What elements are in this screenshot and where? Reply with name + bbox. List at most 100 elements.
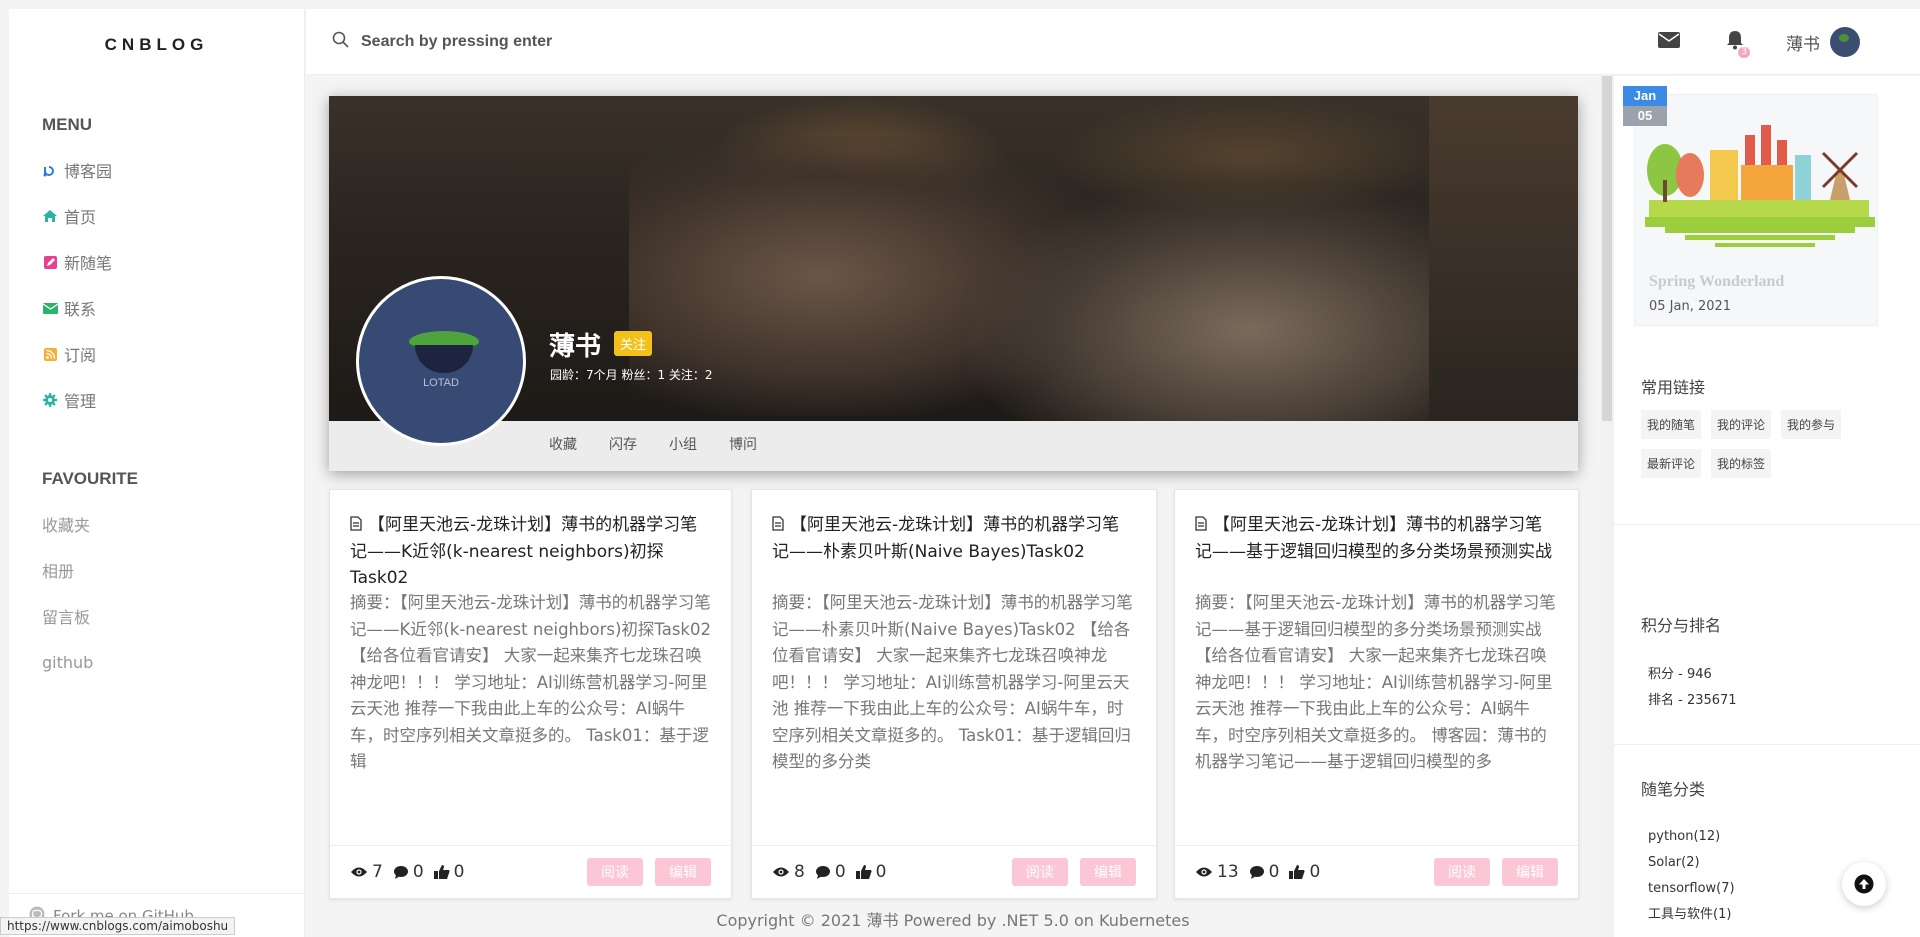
search-input[interactable] [361, 32, 761, 51]
thumbs-up-icon [433, 865, 450, 879]
category-item[interactable]: Solar(2) [1648, 850, 1735, 876]
tab-groups[interactable]: 小组 [669, 434, 697, 454]
edit-button[interactable]: 编辑 [655, 858, 711, 886]
calendar-card[interactable]: Jan 05 Spring Wonderland 05 Jan, 2021 [1623, 86, 1878, 326]
document-icon [772, 513, 784, 539]
post-summary: 摘要：【阿里天池云-龙珠计划】薄书的机器学习笔记——朴素贝叶斯(Naive Ba… [772, 593, 1133, 771]
main-scrollbar[interactable] [1600, 76, 1614, 937]
comment-count: 0 [1249, 862, 1279, 882]
tab-favorites[interactable]: 收藏 [549, 434, 577, 454]
category-list: python(12) Solar(2) tensorflow(7) 工具与软件(… [1648, 824, 1735, 928]
link-my-comments[interactable]: 我的评论 [1711, 410, 1772, 439]
read-button[interactable]: 阅读 [1434, 858, 1490, 886]
edit-icon [42, 254, 58, 270]
eye-icon [1196, 867, 1212, 877]
rank-title: 积分与排名 [1641, 616, 1722, 635]
category-item[interactable]: 工具与软件(1) [1648, 902, 1735, 928]
scrollbar-thumb[interactable] [1602, 76, 1612, 421]
post-title-link[interactable]: 【阿里天池云-龙珠计划】薄书的机器学习笔记——朴素贝叶斯(Naive Bayes… [772, 515, 1119, 562]
follow-button[interactable]: 关注 [614, 331, 653, 356]
fav-item-collection[interactable]: 收藏夹 [9, 501, 304, 547]
search-bar [332, 31, 932, 52]
scroll-to-top-button[interactable] [1842, 862, 1886, 906]
comment-count: 0 [815, 862, 846, 882]
eye-icon [773, 867, 789, 877]
sidebar-item-label: 博客园 [64, 162, 113, 181]
eye-icon [351, 867, 367, 877]
rank-score: 积分 - 946 [1648, 667, 1712, 682]
link-my-posts[interactable]: 我的随笔 [1641, 410, 1702, 439]
calendar-title[interactable]: Spring Wonderland [1649, 273, 1784, 291]
like-count: 0 [855, 862, 886, 882]
profile-stats: 园龄：7个月 粉丝：1 关注：2 [550, 368, 713, 382]
header-actions: 3 薄书 [1612, 9, 1860, 75]
document-icon [350, 513, 362, 539]
document-icon [1195, 513, 1207, 539]
left-sidebar: CNBLOG MENU 博客园 首页 新随笔 联系 订阅 管理 FAVOURIT… [9, 9, 305, 937]
fav-item-guestbook[interactable]: 留言板 [9, 593, 304, 639]
post-footer: 13 0 0 阅读 编辑 [1175, 845, 1578, 898]
post-summary: 摘要：【阿里天池云-龙珠计划】薄书的机器学习笔记——基于逻辑回归模型的多分类场景… [1195, 593, 1556, 771]
header-username[interactable]: 薄书 [1786, 30, 1820, 55]
blog-icon [42, 162, 58, 178]
category-item[interactable]: tensorflow(7) [1648, 876, 1735, 902]
thumbs-up-icon [855, 865, 872, 879]
post-title-link[interactable]: 【阿里天池云-龙珠计划】薄书的机器学习笔记——K近邻(k-nearest nei… [350, 515, 697, 588]
post-footer: 8 0 0 阅读 编辑 [752, 845, 1156, 898]
edit-button[interactable]: 编辑 [1080, 858, 1136, 886]
mail-icon[interactable] [1658, 32, 1680, 52]
sidebar-item-admin[interactable]: 管理 [9, 377, 304, 423]
calendar-date: 05 Jan, 2021 [1649, 299, 1732, 314]
tab-questions[interactable]: 博问 [729, 434, 757, 454]
link-latest-comments[interactable]: 最新评论 [1641, 449, 1702, 478]
post-title-link[interactable]: 【阿里天池云-龙珠计划】薄书的机器学习笔记——基于逻辑回归模型的多分类场景预测实… [1195, 515, 1552, 562]
notification-badge: 3 [1738, 47, 1750, 58]
post-title[interactable]: 【阿里天池云-龙珠计划】薄书的机器学习笔记——朴素贝叶斯(Naive Bayes… [752, 490, 1156, 590]
divider [1614, 744, 1920, 745]
links-chips: 我的随笔 我的评论 我的参与 最新评论 我的标签 [1641, 410, 1901, 488]
links-title: 常用链接 [1641, 378, 1706, 397]
link-my-participation[interactable]: 我的参与 [1781, 410, 1842, 439]
view-count: 7 [350, 862, 383, 882]
search-icon [332, 31, 349, 52]
rank-position: 排名 - 235671 [1648, 693, 1737, 708]
fav-item-album[interactable]: 相册 [9, 547, 304, 593]
tab-flash[interactable]: 闪存 [609, 434, 637, 454]
calendar-illustration [1645, 125, 1875, 247]
sidebar-item-blog[interactable]: 博客园 [9, 147, 304, 193]
sidebar-item-label: 首页 [64, 208, 97, 227]
sidebar-item-new-post[interactable]: 新随笔 [9, 239, 304, 285]
favourite-title: FAVOURITE [42, 469, 139, 488]
top-header: 3 薄书 [306, 9, 1920, 75]
bell-icon[interactable]: 3 [1726, 30, 1750, 58]
gear-icon [42, 392, 58, 408]
copyright: Copyright © 2021 薄书 Powered by .NET 5.0 … [716, 911, 1190, 930]
post-title[interactable]: 【阿里天池云-龙珠计划】薄书的机器学习笔记——基于逻辑回归模型的多分类场景预测实… [1175, 490, 1578, 590]
sidebar-item-home[interactable]: 首页 [9, 193, 304, 239]
profile-avatar[interactable]: LOTAD [356, 276, 526, 446]
post-footer: 7 0 0 阅读 编辑 [330, 845, 731, 898]
sidebar-item-contact[interactable]: 联系 [9, 285, 304, 331]
sidebar-item-subscribe[interactable]: 订阅 [9, 331, 304, 377]
read-button[interactable]: 阅读 [587, 858, 643, 886]
avatar-label: LOTAD [423, 377, 459, 389]
menu-list: 博客园 首页 新随笔 联系 订阅 管理 [9, 147, 304, 423]
rank-list: 积分 - 946 排名 - 235671 [1648, 662, 1737, 714]
link-my-tags[interactable]: 我的标签 [1711, 449, 1772, 478]
sidebar-item-label: 联系 [64, 300, 97, 319]
sidebar-item-label: 新随笔 [64, 254, 113, 273]
view-count: 8 [772, 862, 805, 882]
site-logo[interactable]: CNBLOG [9, 35, 304, 55]
post-title[interactable]: 【阿里天池云-龙珠计划】薄书的机器学习笔记——K近邻(k-nearest nei… [330, 490, 731, 590]
thumbs-up-icon [1289, 865, 1305, 879]
calendar-date-badge: Jan 05 [1623, 86, 1667, 126]
sidebar-item-label: 订阅 [64, 346, 97, 365]
like-count: 0 [433, 862, 464, 882]
post-summary: 摘要：【阿里天池云-龙珠计划】薄书的机器学习笔记——K近邻(k-nearest … [350, 593, 711, 771]
category-item[interactable]: python(12) [1648, 824, 1735, 850]
home-icon [42, 208, 58, 224]
edit-button[interactable]: 编辑 [1502, 858, 1558, 886]
avatar[interactable] [1830, 27, 1860, 57]
fav-item-github[interactable]: github [9, 639, 304, 685]
read-button[interactable]: 阅读 [1012, 858, 1068, 886]
